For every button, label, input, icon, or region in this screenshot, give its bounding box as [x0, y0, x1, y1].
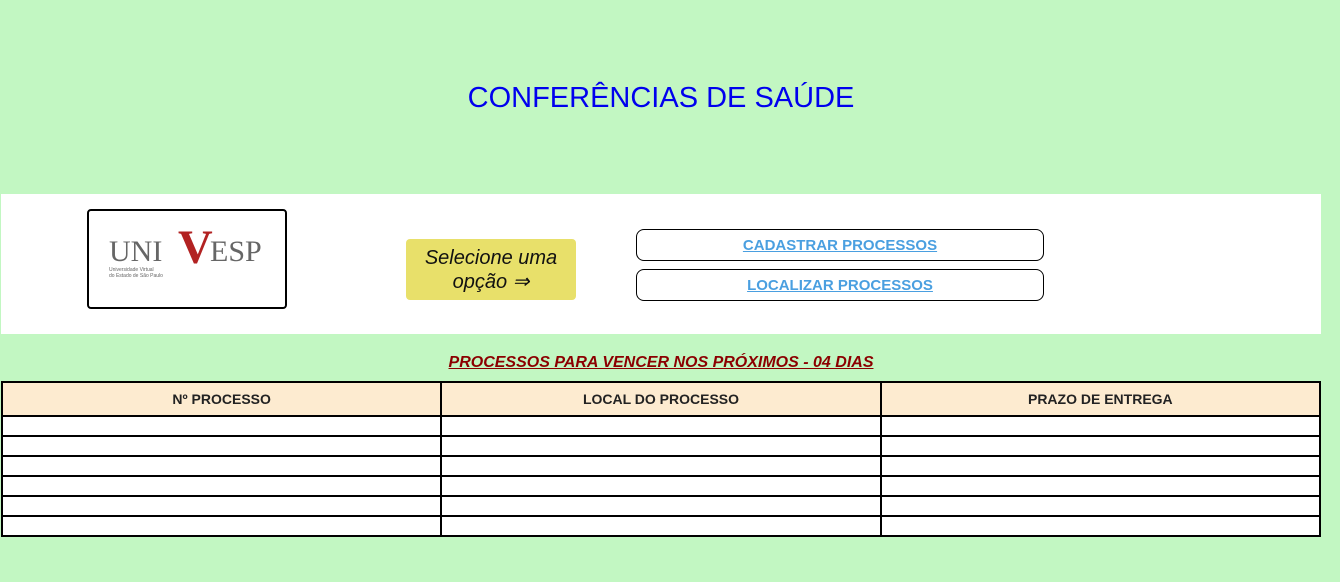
table-cell — [0, 415, 443, 437]
logo-brand-v: V — [178, 221, 213, 274]
table-cell — [879, 415, 1322, 437]
select-option-hint: Selecione uma opção ⇒ — [406, 239, 576, 300]
table-cell — [879, 435, 1322, 457]
register-processes-button[interactable]: CADASTRAR PROCESSOS — [636, 229, 1044, 261]
table-cell — [0, 455, 443, 477]
logo-brand-right: ESP — [210, 235, 262, 268]
table-header-row: Nº PROCESSO LOCAL DO PROCESSO PRAZO DE E… — [0, 381, 1322, 417]
table-cell — [0, 435, 443, 457]
table-row — [0, 415, 1322, 437]
table-cell — [440, 455, 882, 477]
table-cell — [0, 495, 443, 517]
table-row — [0, 455, 1322, 477]
table-row — [0, 435, 1322, 457]
processes-table: Nº PROCESSO LOCAL DO PROCESSO PRAZO DE E… — [0, 381, 1322, 537]
table-cell — [0, 475, 443, 497]
table-row — [0, 475, 1322, 497]
table-cell — [440, 435, 882, 457]
table-cell — [879, 515, 1322, 537]
column-header-delivery-deadline: PRAZO DE ENTREGA — [879, 381, 1322, 417]
select-option-hint-text: Selecione uma opção ⇒ — [424, 246, 558, 293]
page-title: CONFERÊNCIAS DE SAÚDE — [467, 82, 855, 114]
column-header-process-number: Nº PROCESSO — [0, 381, 443, 417]
logo-brand-left: UNI — [109, 235, 162, 268]
table-cell — [879, 455, 1322, 477]
column-header-process-location: LOCAL DO PROCESSO — [440, 381, 882, 417]
univesp-logo: UNI V ESP Universidade Virtual do Estado… — [87, 209, 287, 309]
logo-caption-line2: do Estado de São Paulo — [109, 273, 163, 279]
table-cell — [440, 415, 882, 437]
table-cell — [879, 495, 1322, 517]
table-cell — [440, 495, 882, 517]
table-row — [0, 515, 1322, 537]
univesp-logo-graphic: UNI V ESP Universidade Virtual do Estado… — [109, 221, 262, 279]
table-cell — [440, 475, 882, 497]
table-cell — [0, 515, 443, 537]
table-cell — [879, 475, 1322, 497]
search-processes-button[interactable]: LOCALIZAR PROCESSOS — [636, 269, 1044, 301]
table-cell — [440, 515, 882, 537]
expiring-processes-caption: PROCESSOS PARA VENCER NOS PRÓXIMOS - 04 … — [448, 354, 874, 371]
table-row — [0, 495, 1322, 517]
options-panel: UNI V ESP Universidade Virtual do Estado… — [1, 194, 1321, 334]
